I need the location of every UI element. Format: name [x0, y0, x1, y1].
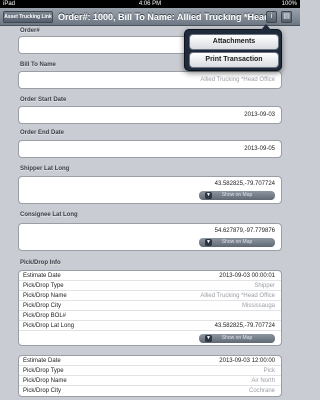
consignee-latlong-value: 54.627879,-97.779876	[214, 228, 275, 234]
map-pin-icon: ▼	[205, 239, 212, 246]
list-item: Estimate Date 2013-09-03 12:00:00	[19, 356, 281, 366]
pick-drop-name-value: Air North	[251, 378, 275, 384]
list-item: Pick/Drop Name Allied Trucking *Head Off…	[19, 291, 281, 301]
list-item: Pick/Drop Type Shipper	[19, 281, 281, 291]
clock: 4:06 PM	[138, 1, 162, 7]
shipper-show-on-map-button[interactable]: ▼ Show on Map	[199, 191, 275, 200]
pick-drop-latlong-key: Pick/Drop Lat Long	[23, 323, 75, 329]
pick-drop-city-value: Cochrane	[248, 388, 275, 394]
navigation-bar: Asset Trucking Link Order#: 1000, Bill T…	[0, 8, 300, 26]
consignee-show-on-map-button[interactable]: ▼ Show on Map	[199, 238, 275, 247]
status-bar: iPad 4:06 PM 100%	[0, 0, 300, 8]
battery-indicator: 100%	[281, 1, 297, 7]
order-start-label: Order Start Date	[20, 97, 67, 103]
pick-drop-city-value: Mississauga	[241, 303, 275, 309]
order-end-field[interactable]: 2013-09-05	[18, 140, 282, 158]
shipper-latlong-value: 43.582825,-79.707724	[214, 181, 275, 187]
pick-drop-type-key: Pick/Drop Type	[23, 283, 64, 289]
pick-drop-section-label: Pick/Drop Info	[20, 260, 61, 266]
list-item: Pick/Drop City Cochrane	[19, 386, 281, 396]
bill-to-value: Allied Trucking *Head Office	[200, 77, 275, 83]
bill-to-label: Bill To Name	[20, 62, 56, 68]
estimate-date-value: 2013-09-03 12:00:00	[219, 358, 275, 364]
map-pin-icon: ▼	[205, 335, 212, 342]
actions-popover: Attachments Print Transaction	[184, 24, 282, 71]
show-on-map-label: Show on Map	[221, 239, 253, 245]
list-item: Pick/Drop BOL#	[19, 311, 281, 321]
order-label: Order#	[20, 28, 40, 34]
pick-drop-name-value: Allied Trucking *Head Office	[200, 293, 275, 299]
pick-drop-entry: Estimate Date 2013-09-03 12:00:00 Pick/D…	[18, 355, 282, 397]
back-button[interactable]: Asset Trucking Link	[3, 11, 53, 23]
menu-icon[interactable]: ▤	[281, 11, 292, 23]
list-item: Pick/Drop Type Pick	[19, 366, 281, 376]
order-end-value: 2013-09-05	[244, 146, 275, 152]
info-icon[interactable]: i	[266, 11, 277, 23]
estimate-date-value: 2013-09-03 00:00:01	[219, 273, 275, 279]
list-item: Pick/Drop City Mississauga	[19, 301, 281, 311]
pick-drop-bol-key: Pick/Drop BOL#	[23, 313, 67, 319]
pick-drop-type-value: Shipper	[254, 283, 275, 289]
list-item: ▼ Show on Map	[19, 331, 281, 345]
consignee-latlong-field[interactable]: 54.627879,-97.779876 ▼ Show on Map	[18, 223, 282, 251]
order-start-value: 2013-09-03	[244, 112, 275, 118]
map-pin-icon: ▼	[205, 192, 212, 199]
shipper-latlong-field[interactable]: 43.582825,-79.707724 ▼ Show on Map	[18, 176, 282, 204]
list-item: Estimate Date 2013-09-03 00:00:01	[19, 271, 281, 281]
pick-drop-city-key: Pick/Drop City	[23, 303, 62, 309]
estimate-date-key: Estimate Date	[23, 358, 61, 364]
attachments-button[interactable]: Attachments	[189, 34, 279, 50]
order-end-label: Order End Date	[20, 130, 65, 136]
pick-drop-city-key: Pick/Drop City	[23, 388, 62, 394]
pick-drop-entry: Estimate Date 2013-09-03 00:00:01 Pick/D…	[18, 270, 282, 346]
bill-to-field[interactable]: Allied Trucking *Head Office	[18, 71, 282, 89]
pick-drop-type-value: Pick	[263, 368, 275, 374]
pick-drop-show-on-map-button[interactable]: ▼ Show on Map	[199, 334, 275, 343]
show-on-map-label: Show on Map	[221, 192, 253, 198]
estimate-date-key: Estimate Date	[23, 273, 61, 279]
list-item: Pick/Drop Lat Long 43.582825,-79.707724	[19, 321, 281, 331]
page-title: Order#: 1000, Bill To Name: Allied Truck…	[58, 12, 278, 22]
pick-drop-latlong-value: 43.582825,-79.707724	[214, 323, 275, 329]
order-start-field[interactable]: 2013-09-03	[18, 106, 282, 124]
pick-drop-name-key: Pick/Drop Name	[23, 378, 67, 384]
pick-drop-name-key: Pick/Drop Name	[23, 293, 67, 299]
print-transaction-button[interactable]: Print Transaction	[189, 52, 279, 68]
show-on-map-label: Show on Map	[221, 335, 253, 341]
consignee-latlong-label: Consignee Lat Long	[20, 212, 78, 218]
shipper-latlong-label: Shipper Lat Long	[20, 166, 70, 172]
list-item: Pick/Drop Name Air North	[19, 376, 281, 386]
order-detail-form[interactable]: Order# Bill To Name Allied Trucking *Hea…	[0, 26, 300, 400]
pick-drop-type-key: Pick/Drop Type	[23, 368, 64, 374]
